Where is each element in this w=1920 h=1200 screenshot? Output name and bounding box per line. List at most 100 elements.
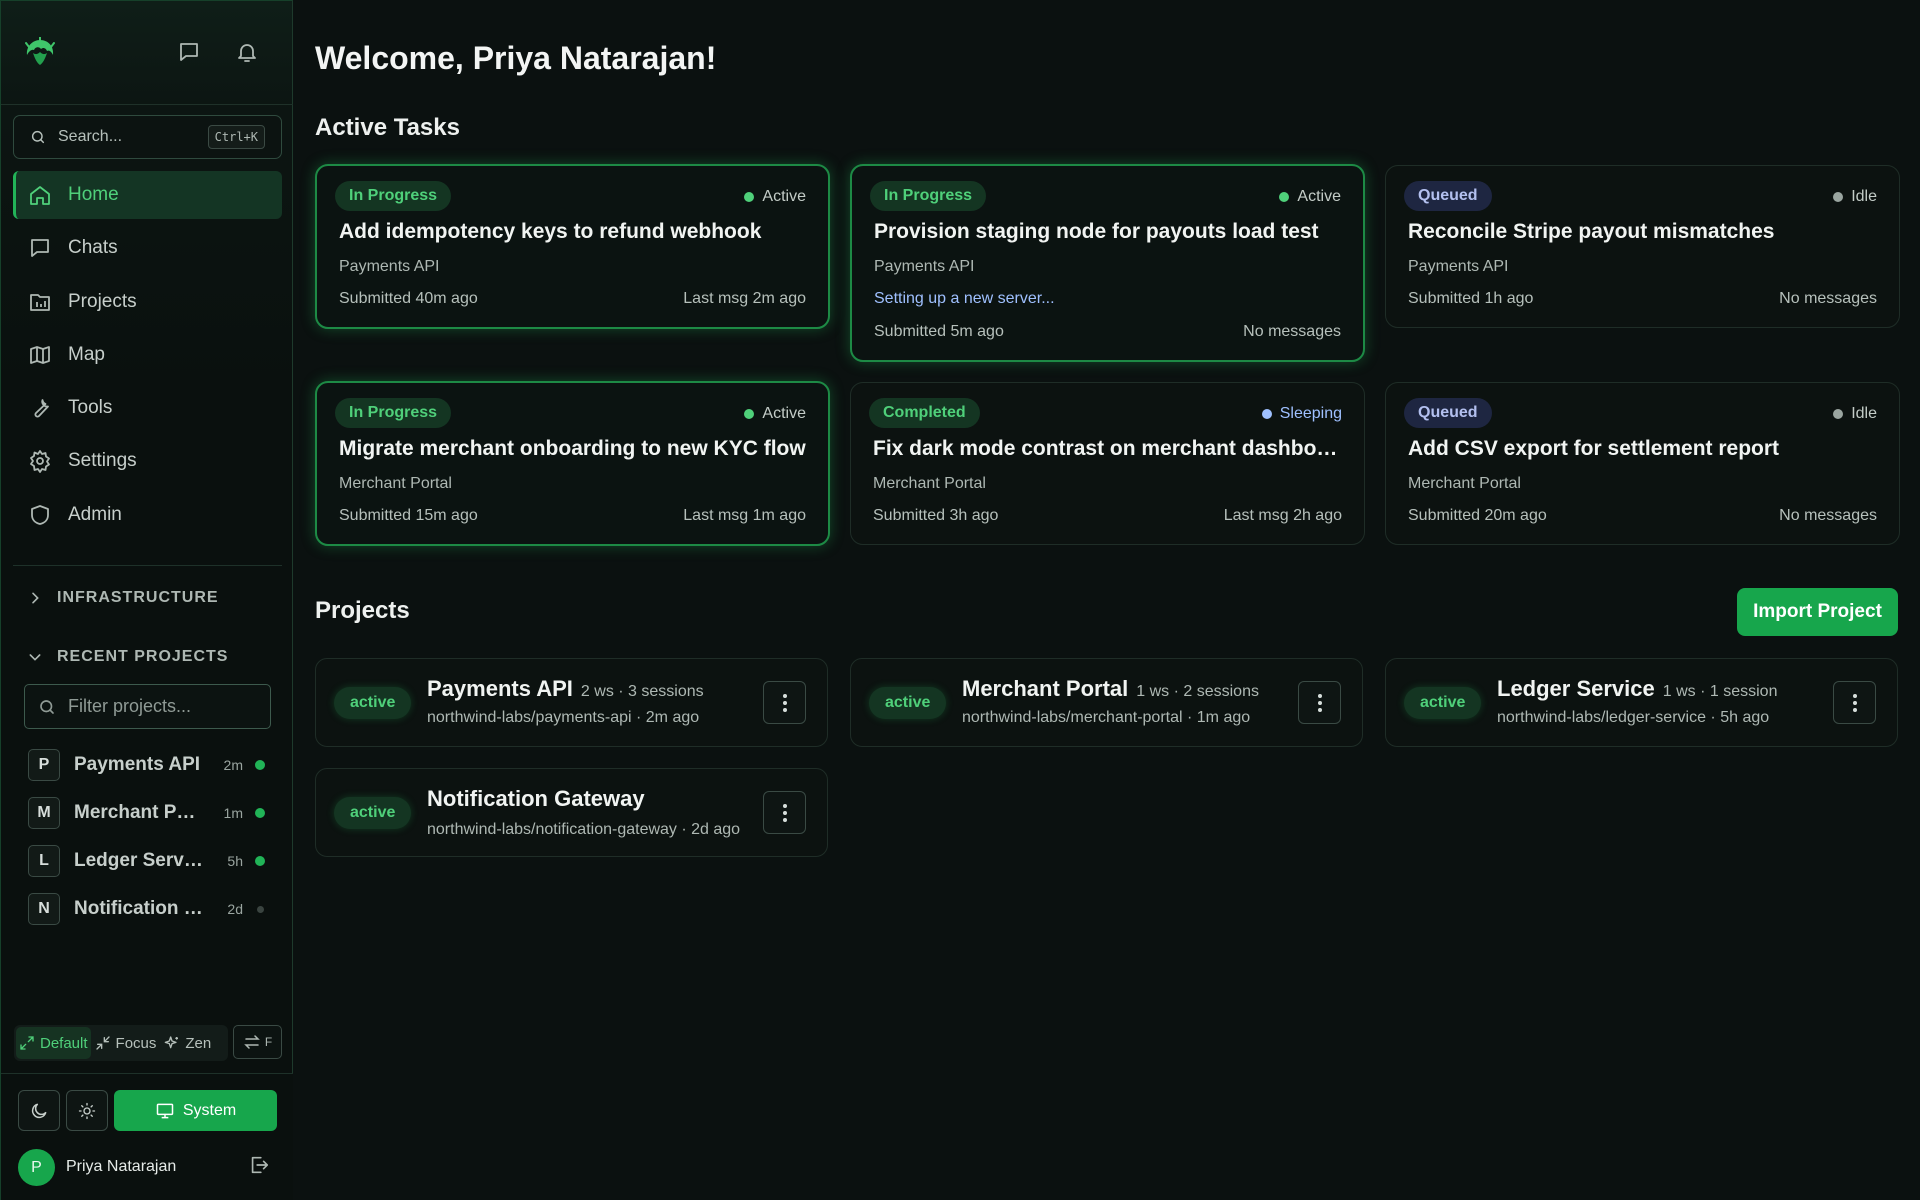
import-project-button[interactable]: Import Project bbox=[1737, 588, 1898, 636]
project-repo: northwind-labs/payments-api · 2m ago bbox=[427, 709, 700, 726]
search-placeholder: Search... bbox=[58, 128, 123, 145]
nav-item-projects[interactable]: Projects bbox=[13, 278, 282, 326]
swap-layout-button[interactable]: F bbox=[233, 1025, 282, 1059]
nav-divider bbox=[13, 565, 282, 566]
project-card[interactable]: active Notification Gateway northwind-la… bbox=[315, 768, 828, 857]
mode-zen-button[interactable]: Zen bbox=[160, 1027, 215, 1059]
task-title: Provision staging node for payouts load … bbox=[874, 220, 1319, 243]
task-card[interactable]: In Progress Active Provision staging nod… bbox=[850, 164, 1365, 362]
logout-button[interactable] bbox=[248, 1154, 272, 1178]
status-badge: active bbox=[869, 687, 947, 719]
more-vertical-icon bbox=[782, 803, 788, 823]
project-name: Merchant Portal 1 ws · 2 sessions bbox=[962, 676, 1259, 702]
offline-indicator bbox=[257, 905, 264, 913]
project-card[interactable]: active Merchant Portal 1 ws · 2 sessions … bbox=[850, 658, 1363, 747]
chat-button[interactable] bbox=[174, 37, 204, 67]
recent-project-name: Notification Gateway bbox=[74, 898, 204, 919]
sun-icon bbox=[78, 1102, 96, 1120]
expand-icon bbox=[19, 1035, 35, 1051]
project-menu-button[interactable] bbox=[763, 791, 806, 834]
task-card[interactable]: In Progress Active Add idempotency keys … bbox=[315, 164, 830, 329]
nav-item-admin[interactable]: Admin bbox=[13, 491, 282, 539]
shield-icon bbox=[28, 503, 52, 527]
section-label: RECENT PROJECTS bbox=[57, 648, 229, 665]
light-theme-button[interactable] bbox=[66, 1090, 108, 1131]
project-name: Ledger Service 1 ws · 1 session bbox=[1497, 676, 1777, 702]
moon-icon bbox=[29, 1101, 49, 1121]
status-badge: active bbox=[334, 687, 412, 719]
filter-placeholder: Filter projects... bbox=[68, 696, 192, 716]
recent-project-name: Ledger Service bbox=[74, 850, 204, 871]
status-badge: In Progress bbox=[870, 181, 987, 211]
status-badge: Queued bbox=[1404, 398, 1492, 428]
task-submitted: Submitted 3h ago bbox=[873, 507, 999, 524]
section-infrastructure[interactable]: INFRASTRUCTURE bbox=[27, 589, 219, 607]
nav-label: Projects bbox=[68, 290, 137, 312]
task-submitted: Submitted 20m ago bbox=[1408, 507, 1547, 524]
recent-project-item[interactable]: M Merchant Portal 1m bbox=[28, 789, 273, 837]
logo-icon[interactable] bbox=[23, 37, 57, 69]
mode-focus-button[interactable]: Focus bbox=[91, 1027, 161, 1059]
nav-label: Admin bbox=[68, 503, 122, 525]
nav-item-tools[interactable]: Tools bbox=[13, 384, 282, 432]
task-card[interactable]: Queued Idle Add CSV export for settlemen… bbox=[1385, 382, 1900, 545]
agent-status-label: Idle bbox=[1851, 188, 1877, 205]
message-square-icon bbox=[177, 40, 201, 64]
section-recent-projects[interactable]: RECENT PROJECTS bbox=[27, 648, 228, 666]
agent-status: Active bbox=[1279, 188, 1341, 206]
mode-default-button[interactable]: Default bbox=[16, 1027, 91, 1059]
task-card[interactable]: Queued Idle Reconcile Stripe payout mism… bbox=[1385, 165, 1900, 328]
agent-status-label: Active bbox=[762, 188, 806, 205]
nav-item-map[interactable]: Map bbox=[13, 331, 282, 379]
recent-project-item[interactable]: L Ledger Service 5h bbox=[28, 837, 273, 885]
search-icon bbox=[30, 129, 46, 145]
project-name: Notification Gateway bbox=[427, 786, 653, 812]
search-input[interactable]: Search... Ctrl+K bbox=[13, 115, 282, 159]
system-theme-button[interactable]: System bbox=[114, 1090, 277, 1131]
user-name: Priya Natarajan bbox=[66, 1158, 177, 1175]
chevron-right-icon bbox=[27, 590, 43, 606]
recent-project-name: Payments API bbox=[74, 754, 201, 775]
nav-item-settings[interactable]: Settings bbox=[13, 437, 282, 485]
search-shortcut: Ctrl+K bbox=[207, 125, 265, 149]
project-avatar: P bbox=[28, 749, 60, 781]
sidebar: Search... Ctrl+K Home Chats Projects Map… bbox=[0, 0, 293, 1200]
project-card[interactable]: active Payments API 2 ws · 3 sessions nor… bbox=[315, 658, 828, 747]
user-avatar[interactable]: P bbox=[18, 1149, 55, 1186]
notifications-button[interactable] bbox=[232, 37, 262, 67]
project-menu-button[interactable] bbox=[1833, 681, 1876, 724]
agent-status: Active bbox=[744, 405, 806, 423]
task-project: Merchant Portal bbox=[873, 475, 986, 492]
status-badge: Queued bbox=[1404, 181, 1492, 211]
main-content: Welcome, Priya Natarajan! Active Tasks I… bbox=[293, 0, 1920, 1200]
agent-status: Idle bbox=[1833, 405, 1877, 423]
shortcut-label: F bbox=[264, 1035, 273, 1049]
nav-item-home[interactable]: Home bbox=[13, 171, 282, 219]
project-menu-button[interactable] bbox=[763, 681, 806, 724]
task-last-message: No messages bbox=[1243, 323, 1341, 340]
task-project: Merchant Portal bbox=[339, 475, 452, 492]
task-project: Payments API bbox=[1408, 258, 1509, 275]
task-last-message: Last msg 2m ago bbox=[683, 290, 806, 307]
task-submitted: Submitted 40m ago bbox=[339, 290, 478, 307]
project-card[interactable]: active Ledger Service 1 ws · 1 session no… bbox=[1385, 658, 1898, 747]
map-icon bbox=[28, 343, 52, 367]
task-submitted: Submitted 5m ago bbox=[874, 323, 1004, 340]
wrench-icon bbox=[28, 396, 52, 420]
agent-status-label: Active bbox=[762, 405, 806, 422]
project-title: Payments API bbox=[427, 676, 573, 701]
dark-theme-button[interactable] bbox=[18, 1090, 60, 1131]
agent-status: Idle bbox=[1833, 188, 1877, 206]
task-last-message: No messages bbox=[1779, 290, 1877, 307]
status-badge: In Progress bbox=[335, 181, 452, 211]
task-card[interactable]: In Progress Active Migrate merchant onbo… bbox=[315, 381, 830, 546]
nav-item-chats[interactable]: Chats bbox=[13, 224, 282, 272]
task-title: Migrate merchant onboarding to new KYC f… bbox=[339, 437, 806, 460]
project-menu-button[interactable] bbox=[1298, 681, 1341, 724]
recent-project-item[interactable]: P Payments API 2m bbox=[28, 741, 273, 789]
task-card[interactable]: Completed Sleeping Fix dark mode contras… bbox=[850, 382, 1365, 545]
project-title: Notification Gateway bbox=[427, 786, 645, 811]
recent-project-item[interactable]: N Notification Gateway 2d bbox=[28, 885, 273, 933]
filter-projects-input[interactable]: Filter projects... bbox=[24, 684, 271, 729]
status-badge: active bbox=[334, 797, 412, 829]
